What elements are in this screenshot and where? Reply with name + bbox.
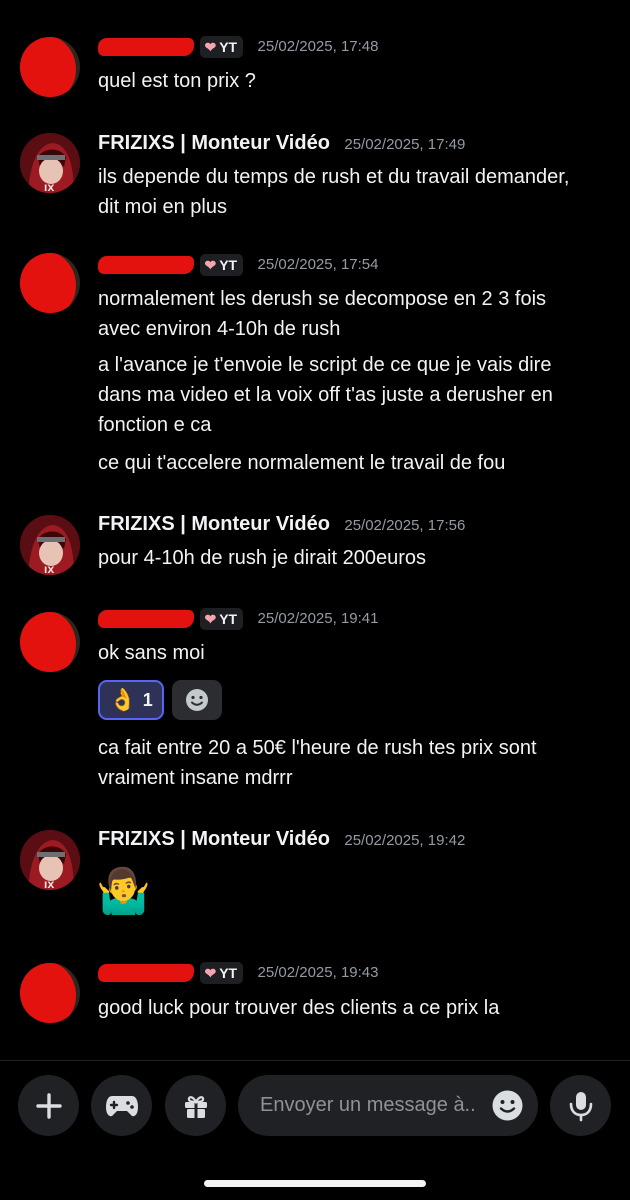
reaction-ok-hand[interactable]: 👌 1 [98,680,164,720]
message-placeholder: Envoyer un message à.. [260,1094,476,1116]
home-indicator[interactable] [204,1180,426,1187]
composer-divider [0,1060,630,1061]
yt-badge: ❤ YT [200,254,244,276]
heart-icon: ❤ [204,965,217,981]
avatar-frizixs[interactable]: IX [20,133,80,193]
avatar-redacted[interactable] [20,963,80,1023]
emoji-smiley-icon [492,1090,523,1121]
message-text: ca fait entre 20 a 50€ l'heure de rush t… [98,737,537,789]
svg-text:IX: IX [44,566,54,575]
message-header: ❤ YT 25/02/2025, 19:41 [98,608,378,636]
svg-text:IX: IX [44,881,54,890]
activities-button[interactable] [91,1075,152,1136]
yt-badge: ❤ YT [200,962,244,984]
ok-hand-emoji: 👌 [109,687,137,712]
message-text: good luck pour trouver des clients a ce … [98,997,500,1019]
attach-button[interactable] [18,1075,79,1136]
message-text: normalement les derush se decompose en 2… [98,288,547,340]
heart-icon: ❤ [204,257,217,273]
message-text: pour 4-10h de rush je dirait 200euros [98,547,426,569]
message-text: ils depende du temps de rush et du trava… [98,166,570,218]
timestamp: 25/02/2025, 17:56 [344,517,466,534]
author-name[interactable]: FRIZIXS | Monteur Vidéo [98,132,330,154]
microphone-icon [569,1091,592,1121]
anime-avatar-icon: IX [20,133,80,193]
anime-avatar-icon: IX [20,830,80,890]
message-text: ce qui t'accelere normalement le travail… [98,452,506,474]
avatar-frizixs[interactable]: IX [20,515,80,575]
message-header: FRIZIXS | Monteur Vidéo 25/02/2025, 17:5… [98,513,465,541]
yt-badge: ❤ YT [200,36,244,58]
message-text: ok sans moi [98,642,205,664]
voice-message-button[interactable] [550,1075,611,1136]
avatar-redacted[interactable] [20,612,80,672]
redacted-username[interactable] [98,964,194,982]
message-header: FRIZIXS | Monteur Vidéo 25/02/2025, 17:4… [98,132,465,160]
add-reaction-button[interactable] [172,680,222,720]
avatar-frizixs[interactable]: IX [20,830,80,890]
timestamp: 25/02/2025, 17:48 [257,38,379,56]
redacted-username[interactable] [98,256,194,274]
redacted-username[interactable] [98,38,194,56]
add-reaction-smiley-icon [186,689,208,711]
timestamp: 25/02/2025, 17:54 [257,256,379,274]
plus-icon [35,1092,62,1119]
gift-button[interactable] [165,1075,226,1136]
message-header: ❤ YT 25/02/2025, 17:54 [98,254,378,282]
redacted-username[interactable] [98,610,194,628]
message-header: ❤ YT 25/02/2025, 17:48 [98,36,378,64]
svg-text:IX: IX [44,184,54,193]
yt-badge: ❤ YT [200,608,244,630]
shrug-emoji: 🤷‍♂️ [96,867,151,916]
avatar-redacted[interactable] [20,37,80,97]
message-header: ❤ YT 25/02/2025, 19:43 [98,962,378,990]
heart-icon: ❤ [204,39,217,55]
author-name[interactable]: FRIZIXS | Monteur Vidéo [98,828,330,850]
timestamp: 25/02/2025, 19:41 [257,610,379,628]
author-name[interactable]: FRIZIXS | Monteur Vidéo [98,513,330,535]
reaction-count: 1 [142,689,153,710]
timestamp: 25/02/2025, 19:43 [257,964,379,982]
gamepad-icon [105,1095,138,1116]
message-text: quel est ton prix ? [98,70,256,92]
gift-icon [184,1095,207,1118]
timestamp: 25/02/2025, 19:42 [344,832,466,849]
heart-icon: ❤ [204,611,217,627]
avatar-redacted[interactable] [20,253,80,313]
message-input[interactable]: Envoyer un message à.. [238,1075,538,1136]
timestamp: 25/02/2025, 17:49 [344,136,466,153]
anime-avatar-icon: IX [20,515,80,575]
message-header: FRIZIXS | Monteur Vidéo 25/02/2025, 19:4… [98,828,465,856]
emoji-picker-button[interactable] [491,1089,524,1127]
message-text: a l'avance je t'envoie le script de ce q… [98,354,553,436]
